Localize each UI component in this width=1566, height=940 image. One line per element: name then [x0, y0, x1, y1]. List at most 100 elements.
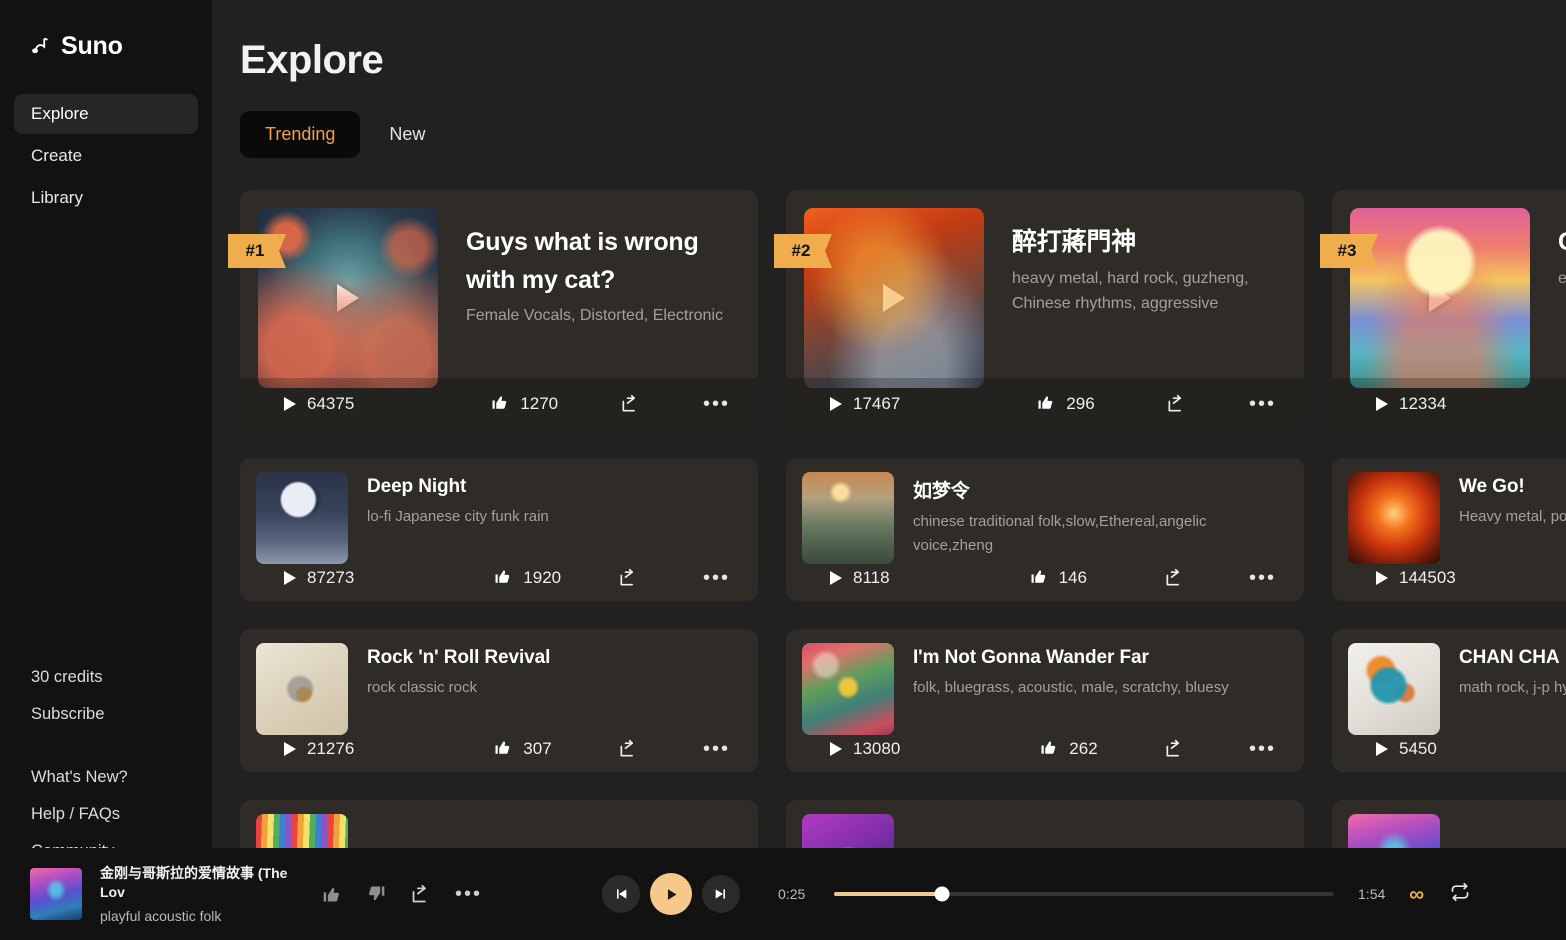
play-icon[interactable]	[650, 873, 693, 915]
song-card[interactable]: I'm Not Gonna Wander Far folk, bluegrass…	[786, 629, 1304, 772]
credits-label: 30 credits	[31, 668, 103, 686]
card-footer: 13080 262 •••	[786, 726, 1304, 772]
song-artwork[interactable]	[1348, 472, 1440, 564]
primary-nav: Explore Create Library	[0, 94, 212, 218]
skip-next-icon[interactable]	[702, 875, 741, 913]
card-body: Guys what is wrong with my cat? Female V…	[240, 190, 758, 388]
brand[interactable]: Suno	[0, 26, 212, 66]
song-artwork[interactable]	[1348, 643, 1440, 735]
play-count-value: 87273	[307, 568, 355, 587]
main-content: Explore Trending New #1 Guys what is wro…	[212, 0, 1566, 940]
play-count-value: 144503	[1399, 568, 1456, 587]
whats-new-link[interactable]: What's New?	[14, 759, 198, 796]
like-count: 146	[1030, 567, 1087, 590]
thumbs-down-icon[interactable]	[366, 884, 386, 904]
sidebar-item-label: Create	[31, 146, 83, 165]
card-body: Rock 'n' Roll Revival rock classic rock	[240, 629, 758, 735]
song-card[interactable]: CHAN CHA math rock, j-p hyperspeed d 545…	[1332, 629, 1566, 772]
now-playing-artwork[interactable]	[30, 868, 82, 920]
song-card[interactable]: We Go! Heavy metal, powerful, agg 144503	[1332, 458, 1566, 601]
share-icon[interactable]	[620, 394, 640, 414]
share-icon[interactable]	[1166, 394, 1186, 414]
subscribe-link[interactable]: Subscribe	[14, 696, 198, 733]
song-title: C	[1558, 224, 1566, 262]
like-count-value: 296	[1066, 394, 1095, 413]
play-count-value: 21276	[307, 739, 355, 758]
skip-previous-icon[interactable]	[602, 875, 641, 913]
play-count: 12334	[1376, 394, 1446, 414]
song-card[interactable]: Deep Night lo-fi Japanese city funk rain…	[240, 458, 758, 601]
featured-song-card[interactable]: #2 醉打蔣門神 heavy metal, hard rock, guzheng…	[774, 190, 1304, 430]
more-options-icon[interactable]: •••	[703, 394, 730, 414]
more-options-icon[interactable]: •••	[703, 568, 730, 588]
play-count: 17467	[830, 394, 900, 414]
play-icon	[830, 397, 842, 411]
sidebar-divider-gap	[14, 733, 198, 759]
like-count: 1270	[491, 393, 558, 416]
rank-badge: #3	[1320, 234, 1378, 268]
card-footer: 17467 296 •••	[786, 378, 1304, 430]
like-count-value: 146	[1058, 568, 1087, 587]
play-icon[interactable]	[1429, 284, 1451, 312]
song-title: Guys what is wrong with my cat?	[466, 228, 699, 294]
more-options-icon[interactable]: •••	[1249, 394, 1276, 414]
page-title: Explore	[240, 38, 384, 82]
thumbs-up-icon[interactable]	[322, 884, 342, 904]
song-grid: #1 Guys what is wrong with my cat? Femal…	[228, 190, 1566, 940]
play-icon	[284, 742, 296, 756]
sidebar: Suno Explore Create Library 30 credits S…	[0, 0, 212, 940]
play-icon	[284, 397, 296, 411]
play-icon[interactable]	[883, 284, 905, 312]
song-artwork[interactable]	[802, 472, 894, 564]
sidebar-item-explore[interactable]: Explore	[14, 94, 198, 134]
like-count: 1920	[494, 567, 561, 590]
song-title: Rock 'n' Roll Revival	[367, 647, 551, 668]
sidebar-item-library[interactable]: Library	[14, 178, 198, 218]
sidebar-item-create[interactable]: Create	[14, 136, 198, 176]
share-icon[interactable]	[618, 739, 638, 759]
like-count-value: 1920	[523, 568, 562, 587]
song-title: I'm Not Gonna Wander Far	[913, 647, 1149, 668]
share-icon[interactable]	[1164, 568, 1184, 588]
sidebar-item-label: Library	[31, 188, 83, 207]
card-footer: 5450	[1332, 726, 1566, 772]
repeat-one-icon[interactable]	[1450, 882, 1470, 907]
thumbs-up-icon	[491, 393, 509, 416]
card-body: Deep Night lo-fi Japanese city funk rain	[240, 458, 758, 564]
song-text: 醉打蔣門神 heavy metal, hard rock, guzheng, C…	[1012, 208, 1286, 388]
song-card[interactable]: Rock 'n' Roll Revival rock classic rock …	[240, 629, 758, 772]
song-artwork[interactable]	[256, 643, 348, 735]
play-count-value: 13080	[853, 739, 901, 758]
share-icon[interactable]	[410, 884, 431, 905]
more-options-icon[interactable]: •••	[455, 884, 482, 904]
now-playing-tags: playful acoustic folk	[100, 907, 222, 924]
tab-new[interactable]: New	[364, 111, 450, 158]
infinity-icon[interactable]: ∞	[1409, 884, 1424, 905]
card-body: 醉打蔣門神 heavy metal, hard rock, guzheng, C…	[786, 190, 1304, 388]
help-faqs-link[interactable]: Help / FAQs	[14, 796, 198, 833]
thumbs-up-icon	[494, 567, 512, 590]
featured-song-card[interactable]: #3 C e 12334	[1320, 190, 1566, 430]
share-icon[interactable]	[618, 568, 638, 588]
song-card[interactable]: 如梦令 chinese traditional folk,slow,Ethere…	[786, 458, 1304, 601]
featured-song-card[interactable]: #1 Guys what is wrong with my cat? Femal…	[228, 190, 758, 430]
song-artwork[interactable]	[256, 472, 348, 564]
seek-knob[interactable]	[934, 886, 950, 902]
song-artwork[interactable]	[802, 643, 894, 735]
song-text: Deep Night lo-fi Japanese city funk rain	[367, 472, 549, 564]
play-count: 144503	[1376, 568, 1456, 588]
play-count: 5450	[1376, 739, 1437, 759]
player-bar: 金刚与哥斯拉的爱情故事 (The Lov playful acoustic fo…	[0, 848, 1566, 940]
seek-bar[interactable]	[834, 886, 1335, 902]
play-icon[interactable]	[337, 284, 359, 312]
song-text: C e	[1558, 208, 1566, 388]
more-options-icon[interactable]: •••	[703, 739, 730, 759]
song-title: 如梦令	[913, 481, 970, 502]
share-icon[interactable]	[1164, 739, 1184, 759]
more-options-icon[interactable]: •••	[1249, 739, 1276, 759]
song-text: 如梦令 chinese traditional folk,slow,Ethere…	[913, 472, 1288, 564]
more-options-icon[interactable]: •••	[1249, 568, 1276, 588]
tab-trending[interactable]: Trending	[240, 111, 361, 158]
thumbs-up-icon	[1040, 738, 1058, 761]
song-title: We Go!	[1459, 476, 1525, 497]
